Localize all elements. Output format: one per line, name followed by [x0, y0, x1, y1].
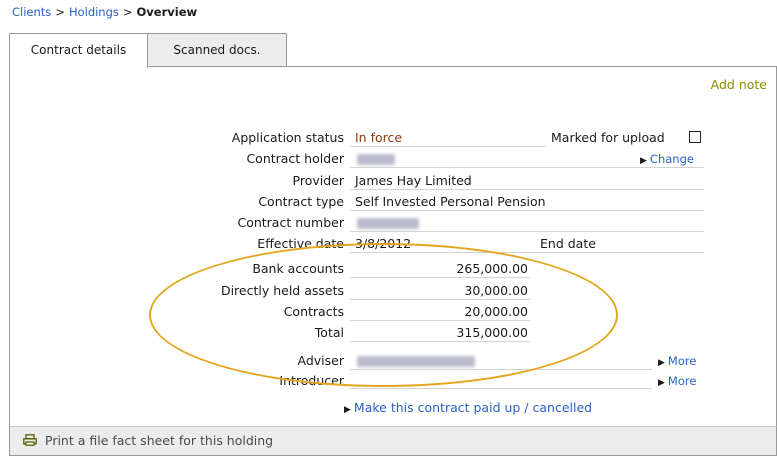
change-link-label: Change	[649, 152, 694, 166]
total-value: 315,000.00	[456, 325, 528, 340]
breadcrumb-separator: >	[55, 5, 65, 19]
printer-icon[interactable]	[23, 434, 37, 449]
add-note-link[interactable]: Add note	[711, 77, 767, 92]
marked-for-upload-label: Marked for upload	[551, 130, 665, 145]
provider-label: Provider	[292, 173, 344, 188]
breadcrumb: Clients > Holdings > Overview	[12, 5, 197, 19]
divider	[350, 320, 530, 321]
divider	[350, 231, 704, 232]
divider	[350, 167, 704, 168]
marked-for-upload-checkbox[interactable]	[689, 131, 701, 143]
application-status-label: Application status	[231, 130, 344, 145]
contract-number-redacted	[357, 218, 419, 229]
make-paid-up-label: Make this contract paid up / cancelled	[353, 400, 593, 415]
divider	[350, 189, 704, 190]
divider	[350, 341, 530, 342]
adviser-label: Adviser	[297, 353, 344, 368]
footer-bar: Print a file fact sheet for this holding	[9, 426, 777, 456]
provider-value: James Hay Limited	[355, 173, 472, 188]
effective-date-value: 3/8/2012	[355, 236, 412, 251]
divider	[350, 252, 704, 253]
introducer-label: Introducer	[279, 373, 344, 388]
breadcrumb-holdings[interactable]: Holdings	[69, 5, 119, 19]
divider	[350, 210, 704, 211]
tab-contract-details[interactable]: Contract details	[9, 33, 148, 68]
print-fact-sheet-link[interactable]: Print a file fact sheet for this holding	[45, 433, 273, 448]
tab-scanned-docs[interactable]: Scanned docs.	[147, 33, 287, 67]
contract-holder-redacted	[357, 154, 395, 165]
contracts-label: Contracts	[283, 304, 344, 319]
breadcrumb-clients[interactable]: Clients	[12, 5, 51, 19]
divider	[350, 299, 530, 300]
play-arrow-icon: ▶	[658, 358, 665, 368]
adviser-more-link[interactable]: ▶ More	[658, 354, 696, 368]
divider	[350, 277, 530, 278]
play-arrow-icon: ▶	[344, 405, 351, 415]
breadcrumb-current: Overview	[136, 5, 198, 19]
divider	[350, 146, 546, 147]
divider	[350, 369, 652, 370]
effective-date-label: Effective date	[257, 236, 344, 251]
bank-accounts-value: 265,000.00	[456, 261, 528, 276]
make-paid-up-link[interactable]: ▶ Make this contract paid up / cancelled	[344, 400, 592, 415]
bank-accounts-label: Bank accounts	[252, 261, 344, 276]
play-arrow-icon: ▶	[658, 378, 665, 388]
total-label: Total	[314, 325, 344, 340]
application-status-value: In force	[355, 130, 403, 145]
directly-held-assets-label: Directly held assets	[220, 283, 344, 298]
change-link[interactable]: ▶ Change	[640, 152, 694, 166]
contract-type-value: Self Invested Personal Pension	[355, 194, 546, 209]
play-arrow-icon: ▶	[640, 156, 647, 166]
introducer-more-link[interactable]: ▶ More	[658, 374, 696, 388]
more-link-label: More	[667, 374, 697, 388]
contract-type-label: Contract type	[258, 194, 344, 209]
adviser-redacted	[357, 356, 475, 367]
contract-number-label: Contract number	[237, 215, 344, 230]
end-date-label: End date	[540, 236, 596, 251]
directly-held-assets-value: 30,000.00	[464, 283, 528, 298]
more-link-label: More	[667, 354, 697, 368]
contracts-value: 20,000.00	[464, 304, 528, 319]
breadcrumb-separator: >	[122, 5, 133, 19]
contract-details-panel: Add note Application status In force Mar…	[9, 66, 777, 429]
contract-holder-label: Contract holder	[246, 151, 344, 166]
divider	[350, 388, 652, 389]
